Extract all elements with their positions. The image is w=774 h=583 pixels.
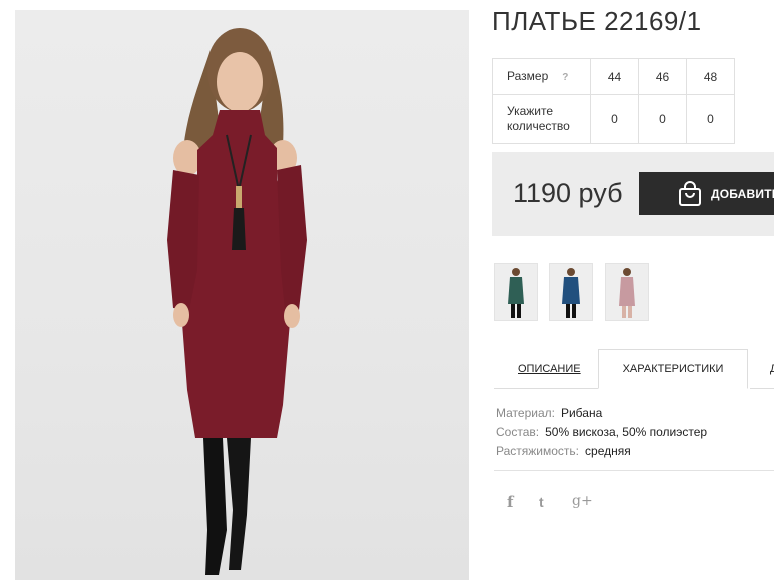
quantity-label-line2: количество — [507, 119, 570, 133]
spec-value: 50% вискоза, 50% полиэстер — [545, 425, 708, 439]
spec-key: Состав: — [496, 425, 540, 439]
spec-value: Рибана — [560, 406, 603, 420]
tab-divider — [494, 388, 598, 389]
add-to-cart-label: ДОБАВИТЬ — [711, 187, 774, 201]
spec-row-stretch: Растяжимость: средняя — [496, 442, 707, 461]
thumbnail-blue[interactable] — [549, 263, 593, 321]
thumbnail-pink-figure — [619, 268, 635, 318]
shopping-bag-icon — [679, 181, 701, 206]
tab-characteristics[interactable]: ХАРАКТЕРИСТИКИ — [598, 349, 748, 389]
size-quantity-table: Размер? 44 46 48 Укажите количество 0 0 … — [492, 58, 735, 144]
quantity-label-line1: Укажите — [507, 104, 554, 118]
spec-row-composition: Состав: 50% вискоза, 50% полиэстер — [496, 423, 707, 442]
quantity-row: Укажите количество 0 0 0 — [492, 94, 735, 144]
quantity-input-48[interactable]: 0 — [686, 94, 735, 144]
quantity-input-44[interactable]: 0 — [590, 94, 639, 144]
quantity-input-46[interactable]: 0 — [638, 94, 687, 144]
thumbnail-green-figure — [508, 268, 524, 318]
divider — [494, 470, 774, 471]
tab-description[interactable]: ОПИСАНИЕ — [518, 363, 581, 375]
spec-value: средняя — [585, 444, 631, 458]
spec-key: Растяжимость: — [496, 444, 580, 458]
tab-divider — [750, 388, 774, 389]
quantity-label: Укажите количество — [492, 94, 591, 144]
googleplus-icon[interactable]: g+ — [572, 493, 593, 509]
size-48: 48 — [686, 58, 735, 95]
size-44: 44 — [590, 58, 639, 95]
price-block: 1190 руб ДОБАВИТЬ — [492, 152, 774, 236]
size-label-cell: Размер? — [492, 58, 591, 95]
product-specs: Материал: Рибана Состав: 50% вискоза, 50% … — [496, 404, 707, 461]
product-price: 1190 руб — [513, 178, 623, 208]
product-title: ПЛАТЬЕ 22169/1 — [492, 6, 702, 36]
thumbnail-blue-figure — [562, 268, 580, 318]
thumbnail-green[interactable] — [494, 263, 538, 321]
product-photo[interactable] — [15, 10, 469, 580]
product-tabs: ОПИСАНИЕ ХАРАКТЕРИСТИКИ Д — [494, 349, 774, 389]
size-row: Размер? 44 46 48 — [492, 58, 735, 95]
size-46: 46 — [638, 58, 687, 95]
twitter-icon[interactable]: t — [539, 494, 544, 510]
facebook-icon[interactable]: f — [507, 493, 513, 511]
add-to-cart-button[interactable]: ДОБАВИТЬ — [639, 172, 774, 215]
spec-row-material: Материал: Рибана — [496, 404, 707, 423]
size-help-icon[interactable]: ? — [562, 72, 568, 83]
size-label: Размер — [507, 68, 549, 83]
tab-delivery[interactable]: Д — [770, 363, 774, 375]
spec-key: Материал: — [496, 406, 555, 420]
model-illustration — [167, 28, 307, 575]
thumbnail-pink[interactable] — [605, 263, 649, 321]
